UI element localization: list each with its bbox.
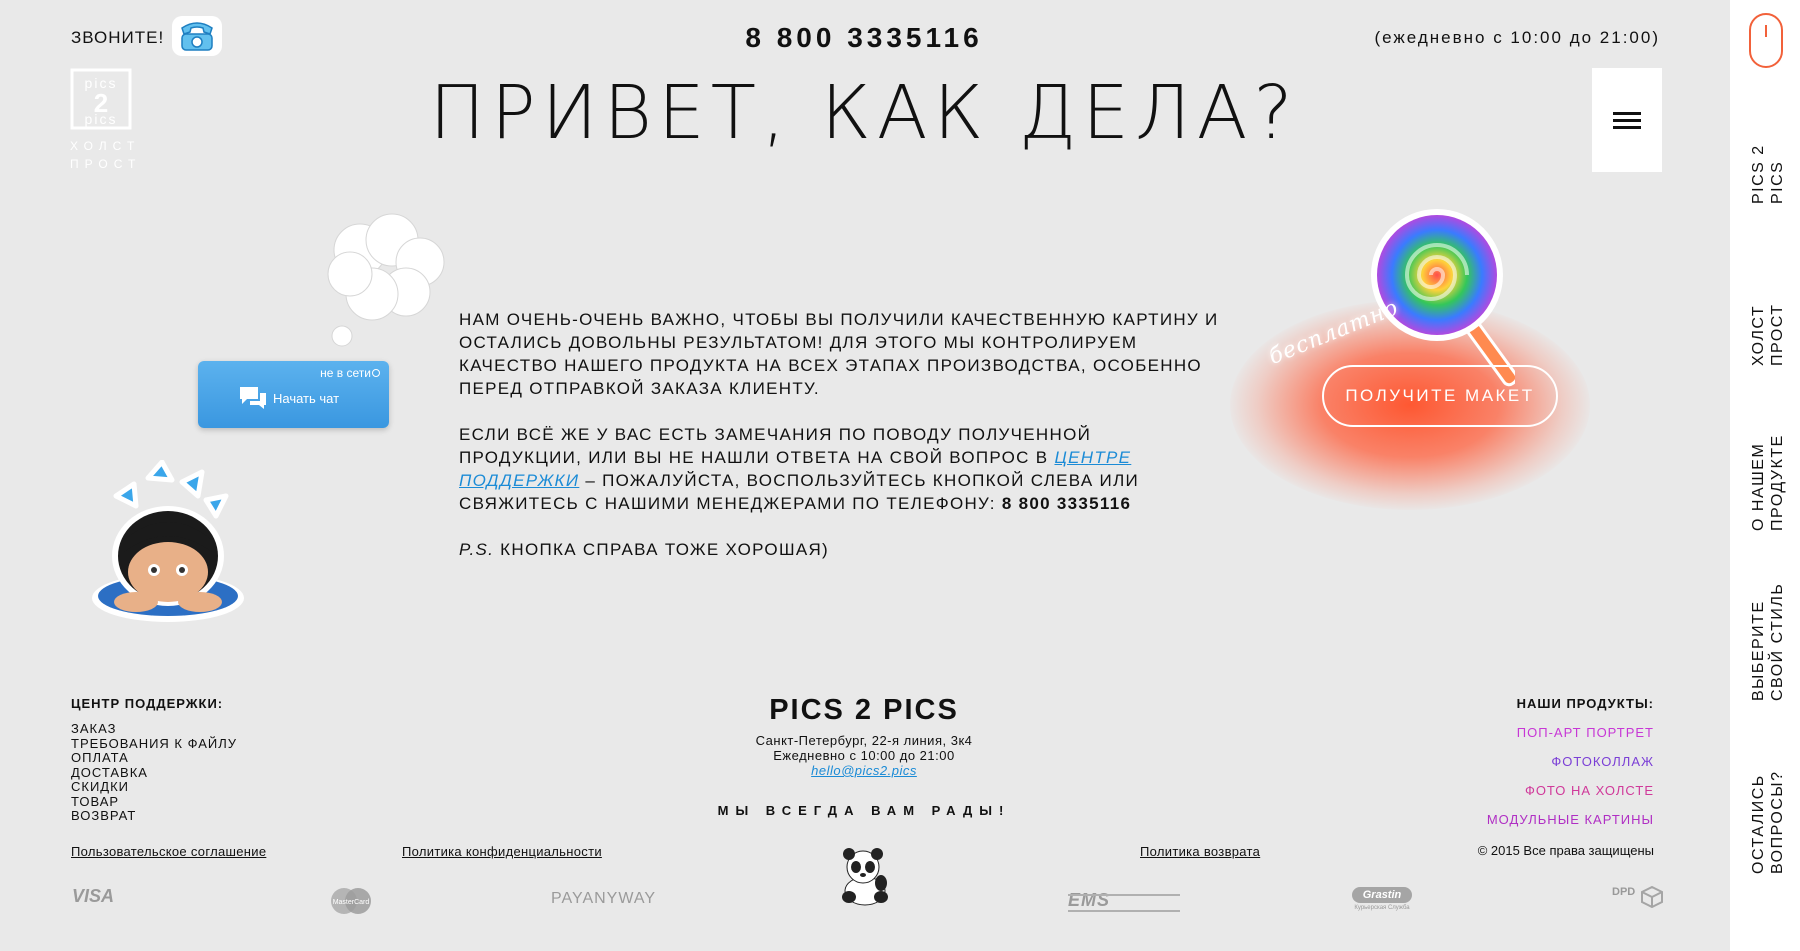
grastin-logo: Grastin Курьерская Служба (1352, 887, 1412, 921)
start-chat-widget[interactable]: не в сети Начать чат (198, 361, 389, 428)
product-link-modular[interactable]: МОДУЛЬНЫЕ КАРТИНЫ (1487, 812, 1654, 827)
hamburger-menu-button[interactable] (1592, 68, 1662, 172)
product-link-pop-art[interactable]: ПОП-АРТ ПОРТРЕТ (1487, 725, 1654, 740)
mastercard-text: MasterCard (333, 899, 370, 906)
dpd-logo: DPD (1612, 886, 1636, 898)
grastin-sub: Курьерская Служба (1354, 905, 1410, 911)
footer-brand: PICS 2 PICS (769, 694, 959, 726)
scroll-mouse-icon[interactable] (1749, 13, 1783, 68)
user-agreement-link[interactable]: Пользовательское соглашение (71, 844, 266, 859)
support-link-discounts[interactable]: СКИДКИ (71, 779, 237, 795)
status-dot-icon (372, 369, 380, 377)
mastercard-logo: MasterCard (328, 886, 374, 916)
message-phone[interactable]: 8 800 3335116 (1002, 494, 1131, 513)
get-mockup-button[interactable]: ПОЛУЧИТЕ МАКЕТ (1322, 365, 1558, 427)
message-ps: P.S. КНОПКА СПРАВА ТОЖЕ ХОРОШАЯ) (459, 538, 1219, 561)
product-link-canvas-photo[interactable]: ФОТО НА ХОЛСТЕ (1487, 783, 1654, 798)
message-text: ЕСЛИ ВСЁ ЖЕ У ВАС ЕСТЬ ЗАМЕЧАНИЯ ПО ПОВО… (459, 425, 1092, 467)
message-paragraph-1: НАМ ОЧЕНЬ-ОЧЕНЬ ВАЖНО, ЧТОБЫ ВЫ ПОЛУЧИЛИ… (459, 310, 1219, 398)
payanyway-logo: PAYANYWAY (551, 890, 657, 907)
copyright: © 2015 Все права защищены (1477, 843, 1654, 858)
footer-contact: Санкт-Петербург, 22-я линия, 3к4 Ежеднев… (0, 733, 1728, 778)
products-list: НАШИ ПРОДУКТЫ: ПОП-АРТ ПОРТРЕТ ФОТОКОЛЛА… (1487, 696, 1654, 827)
rail-item-questions[interactable]: ОСТАЛИСЬ ВОПРОСЫ? (1746, 762, 1790, 874)
panda-icon (835, 845, 895, 907)
footer-address: Санкт-Петербург, 22-я линия, 3к4 (755, 733, 973, 748)
rail-item-about-product[interactable]: О НАШЕМ ПРОДУКТЕ (1746, 425, 1790, 531)
footer-email-link[interactable]: hello@pics2.pics (811, 763, 917, 778)
visa-logo: VISA (72, 886, 115, 906)
chat-label: Начать чат (273, 391, 340, 406)
rail-item-choose-style[interactable]: ВЫБЕРИТЕ СВОЙ СТИЛЬ (1746, 575, 1790, 701)
rail-item-pics2pics[interactable]: PICS 2 PICS (1746, 112, 1790, 204)
thought-cloud-icon (320, 210, 452, 348)
page-headline: ПРИВЕТ, КАК ДЕЛА? (429, 70, 1299, 156)
svg-text:ПРОСТ: ПРОСТ (70, 157, 141, 171)
chat-status: не в сети (320, 366, 371, 380)
ps-label: P.S. (459, 540, 495, 559)
footer-welcome: МЫ ВСЕГДА ВАМ РАДЫ! (717, 803, 1011, 818)
rail-item-holst-prost[interactable]: ХОЛСТ ПРОСТ (1746, 286, 1790, 366)
return-policy-link[interactable]: Политика возврата (1140, 844, 1260, 859)
header-hours: (ежедневно с 10:00 до 21:00) (1374, 28, 1660, 47)
message-paragraph-2: ЕСЛИ ВСЁ ЖЕ У ВАС ЕСТЬ ЗАМЕЧАНИЯ ПО ПОВО… (459, 423, 1219, 515)
hamburger-icon (1613, 118, 1641, 122)
privacy-policy-link[interactable]: Политика конфиденциальности (402, 844, 602, 859)
main-message: НАМ ОЧЕНЬ-ОЧЕНЬ ВАЖНО, ЧТОБЫ ВЫ ПОЛУЧИЛИ… (459, 308, 1219, 584)
ps-text: КНОПКА СПРАВА ТОЖЕ ХОРОШАЯ) (494, 540, 829, 559)
grastin-name: Grastin (1352, 887, 1412, 903)
footer-hours: Ежедневно с 10:00 до 21:00 (773, 748, 955, 763)
bowing-person-emoji (86, 459, 250, 626)
dpd-cube-icon (1641, 885, 1663, 909)
chat-bubbles-icon (238, 385, 268, 411)
product-link-collage[interactable]: ФОТОКОЛЛАЖ (1487, 754, 1654, 769)
ems-lines-icon (1068, 894, 1180, 912)
products-title: НАШИ ПРОДУКТЫ: (1516, 696, 1654, 711)
